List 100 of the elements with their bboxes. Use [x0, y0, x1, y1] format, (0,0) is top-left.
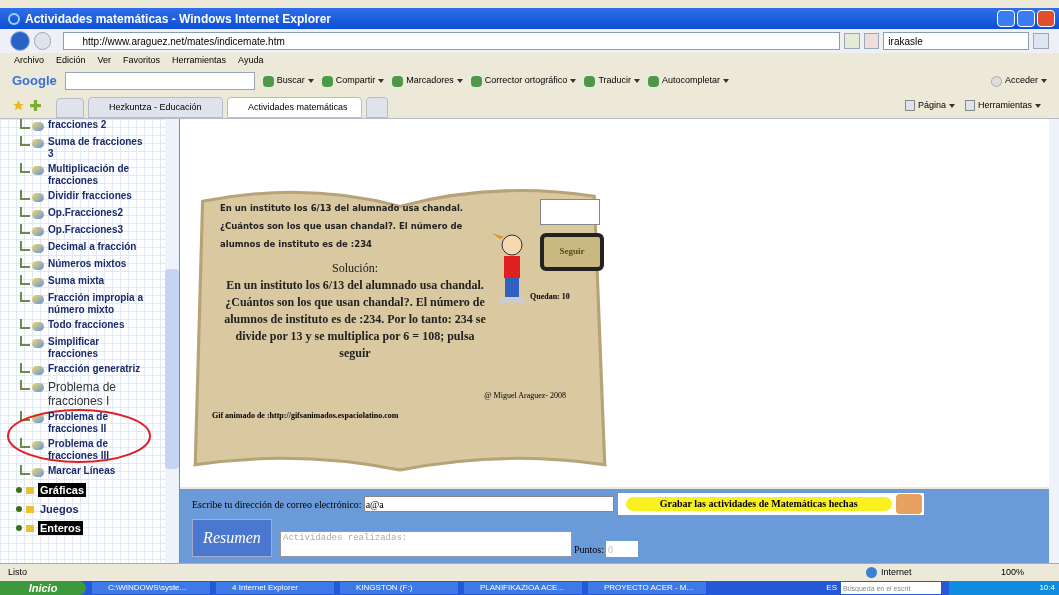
sidebar-link[interactable]: Decimal a fracción: [48, 241, 148, 253]
page-icon: [32, 244, 44, 253]
page-icon: [32, 383, 44, 392]
sidebar-link[interactable]: Problema de fracciones II: [48, 411, 148, 435]
taskbar-button[interactable]: C:\WINDOWS\syste...: [92, 582, 210, 594]
search-field[interactable]: irakasle: [883, 32, 1030, 50]
sidebar-link[interactable]: Problema de fracciones III: [48, 438, 148, 462]
sidebar-link[interactable]: Simplificar fracciones: [48, 336, 148, 360]
copyright-text: @ Miguel Araguez- 2008: [484, 390, 566, 402]
toolbar-button[interactable]: Autocompletar: [648, 74, 730, 88]
taskbar-button[interactable]: PROYECTO ACER - M...: [588, 582, 706, 594]
new-tab-button[interactable]: [366, 97, 388, 118]
sidebar-link[interactable]: Marcar Líneas: [48, 465, 148, 477]
address-field[interactable]: http://www.araguez.net/mates/indicemate.htm: [63, 32, 840, 50]
credit-text: Gif animado de :http://gifsanimados.espaciolatino.com: [212, 410, 400, 422]
add-favorite-icon[interactable]: [29, 99, 42, 112]
tree-branch-icon: [20, 465, 30, 475]
folder-item[interactable]: Enteros: [38, 521, 83, 535]
menu-item[interactable]: Ayuda: [238, 54, 264, 68]
page-icon: [32, 339, 44, 348]
answer-field[interactable]: [540, 199, 600, 225]
taskbar-button[interactable]: KINGSTON (F:): [340, 582, 458, 594]
taskbar-button[interactable]: PLANIFIKAZIOA ACE...: [464, 582, 582, 594]
page-icon: [32, 441, 44, 450]
refresh-button[interactable]: [843, 33, 860, 49]
remaining-count: Quedan: 10: [530, 291, 570, 303]
status-text: Listo: [8, 565, 28, 579]
sidebar-link[interactable]: Fracción impropia a número mixto: [48, 292, 148, 316]
page-icon: [32, 322, 44, 331]
toolbar-button[interactable]: Buscar: [262, 74, 314, 88]
menu-item[interactable]: Herramientas: [172, 54, 227, 68]
toolbar-button[interactable]: Compartir: [321, 74, 385, 88]
close-button[interactable]: [1037, 10, 1055, 27]
menu-item[interactable]: Archivo: [14, 54, 44, 68]
sidebar-link[interactable]: Suma mixta: [48, 275, 148, 287]
page-icon: [32, 278, 44, 287]
toolbar-button[interactable]: Corrector ortográfico: [470, 74, 577, 88]
sidebar-link[interactable]: Op.Fracciones3: [48, 224, 148, 236]
google-search-field[interactable]: [64, 72, 255, 90]
page-icon: [32, 468, 44, 477]
next-button[interactable]: Seguir: [540, 233, 604, 271]
tree-branch-icon: [20, 438, 30, 448]
window-title: Actividades matemáticas - Windows Internet Explorer: [25, 10, 331, 28]
page-scrollbar[interactable]: [1049, 119, 1059, 563]
sidebar-link[interactable]: Todo fracciones: [48, 319, 148, 331]
page-icon: [32, 193, 44, 202]
page-icon: [32, 139, 44, 148]
page-icon: [32, 414, 44, 423]
question-text: En un instituto los 6/13 del alumnado usa chandal. ¿Cuántos son los que usan chandal?. El número de alumnos de instituto es de :234: [220, 202, 465, 251]
sidebar-link[interactable]: Problema de fracciones I: [48, 380, 148, 408]
menu-item[interactable]: Favoritos: [123, 54, 161, 68]
toolbar-button[interactable]: Marcadores: [392, 74, 463, 88]
page-icon: [32, 227, 44, 236]
save-activities-button[interactable]: Grabar las actividades de Matemáticas hechas: [617, 493, 924, 515]
menu-item[interactable]: Ver: [97, 54, 112, 68]
command-button[interactable]: Herramientas: [964, 98, 1041, 113]
folder-item[interactable]: Gráficas: [38, 483, 87, 497]
search-button[interactable]: [1033, 33, 1049, 49]
page-icon: [32, 210, 44, 219]
folder-item[interactable]: Juegos: [38, 502, 81, 516]
sidebar-link[interactable]: Dividir fracciones: [48, 190, 148, 202]
restore-button[interactable]: [1017, 10, 1035, 27]
activities-field[interactable]: Actividades realizadas:: [280, 531, 572, 557]
tree-node-icon: [16, 525, 22, 531]
browser-tab[interactable]: Hezkuntza - Educación: [88, 97, 223, 118]
page-icon: [32, 366, 44, 375]
sidebar-link[interactable]: Números mixtos: [48, 258, 148, 270]
command-button[interactable]: Página: [904, 98, 955, 113]
sign-in-button[interactable]: Acceder: [990, 74, 1047, 88]
language-indicator: ES: [826, 582, 837, 594]
sidebar-link[interactable]: Suma de fracciones 3: [48, 136, 148, 160]
tree-branch-icon: [20, 163, 30, 173]
toolbar-button[interactable]: Traducir: [584, 74, 641, 88]
stop-button[interactable]: [863, 33, 880, 49]
start-button[interactable]: Inicio: [0, 581, 86, 595]
vertical-scrollbar[interactable]: [165, 119, 179, 563]
tree-node-icon: [16, 487, 22, 493]
tree-branch-icon: [20, 411, 30, 421]
folder-icon: [26, 505, 34, 513]
browser-tab[interactable]: Actividades matemáticas: [227, 97, 362, 118]
taskbar-button[interactable]: 4 Internet Explorer: [216, 582, 334, 594]
toolbar-logo: Google: [12, 72, 57, 91]
tree-node-icon: [16, 506, 22, 512]
summary-button[interactable]: Resumen: [192, 519, 272, 557]
browser-logo-icon: [8, 12, 20, 25]
zoom-button[interactable]: 100%: [1001, 565, 1051, 580]
sidebar-link[interactable]: Fracción generatriz: [48, 363, 148, 375]
page-icon: [32, 295, 44, 304]
menu-item[interactable]: Edición: [56, 54, 86, 68]
email-field[interactable]: a@a: [363, 496, 614, 512]
sidebar-link[interactable]: Multiplicación de fracciones: [48, 163, 148, 187]
page-icon: [32, 261, 44, 270]
favorites-star-icon[interactable]: [12, 99, 25, 112]
back-button[interactable]: [10, 31, 30, 51]
sidebar-link[interactable]: Op.Fracciones2: [48, 207, 148, 219]
tab-list-button[interactable]: [56, 98, 84, 118]
folder-icon: [26, 524, 34, 532]
sidebar-link[interactable]: fracciones 2: [48, 119, 148, 131]
minimize-button[interactable]: [997, 10, 1015, 27]
clock-text: 10:4: [1039, 582, 1055, 594]
